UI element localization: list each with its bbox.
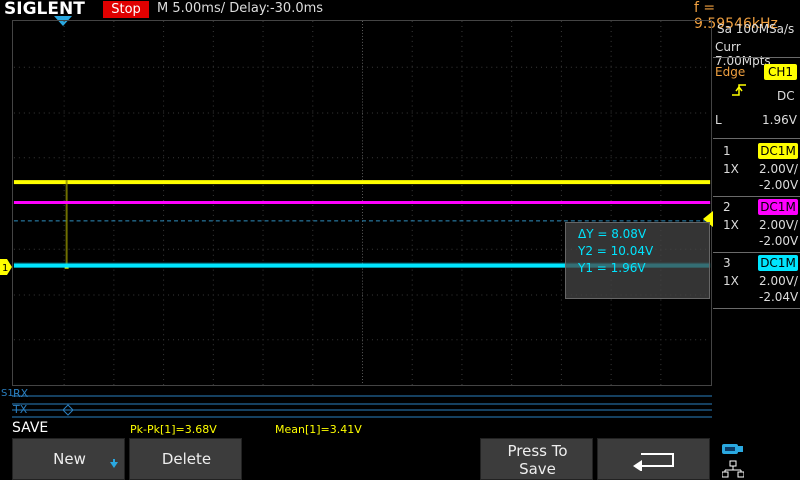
divider xyxy=(713,138,800,139)
network-icon xyxy=(722,460,744,478)
delete-label: Delete xyxy=(161,450,212,468)
run-stop-status[interactable]: Stop xyxy=(103,1,149,18)
decode-lines xyxy=(12,395,712,418)
channel-number: 1 xyxy=(723,144,731,158)
ch1-edge xyxy=(65,180,68,268)
channel-offset: -2.04V xyxy=(759,290,799,304)
channel-scale: 2.00V/ xyxy=(759,274,798,288)
channel-coupling-badge: DC1M xyxy=(758,199,798,215)
brand-logo: SIGLENT xyxy=(4,0,85,19)
channel-probe: 1X xyxy=(723,274,739,288)
channel-1-panel[interactable]: 1 DC1M 1X 2.00V/ -2.00V xyxy=(713,141,800,197)
trigger-type: Edge xyxy=(715,65,746,79)
divider xyxy=(713,57,800,58)
press-to-save-line2: Save xyxy=(519,460,556,478)
right-info-panel: Sa 100MSa/s Curr 7.00Mpts Edge CH1 DC L … xyxy=(713,20,800,420)
channel-probe: 1X xyxy=(723,162,739,176)
channel-coupling-badge: DC1M xyxy=(758,255,798,271)
press-to-save-line1: Press To xyxy=(507,442,568,460)
channel-scale: 2.00V/ xyxy=(759,162,798,176)
svg-text:1: 1 xyxy=(2,263,8,274)
channel-offset: -2.00V xyxy=(759,178,799,192)
cursor-readout-box: ΔY = 8.08V Y2 = 10.04V Y1 = 1.96V xyxy=(565,222,710,299)
top-status-bar: SIGLENT Stop M 5.00ms/ Delay:-30.0ms f =… xyxy=(0,0,800,32)
waveform-display[interactable] xyxy=(12,20,712,386)
decode-rx-label: RX xyxy=(13,387,29,400)
channel-3-panel[interactable]: 3 DC1M 1X 2.00V/ -2.04V xyxy=(713,253,800,309)
return-arrow-icon xyxy=(633,453,674,471)
measurement-mean: Mean[1]=3.41V xyxy=(275,423,362,436)
cursor-y1: Y1 = 1.96V xyxy=(578,261,646,275)
trigger-panel[interactable]: Edge CH1 DC L 1.96V xyxy=(713,59,800,135)
timebase-readout[interactable]: M 5.00ms/ Delay:-30.0ms xyxy=(157,1,323,16)
decode-tx-label: TX xyxy=(13,403,28,416)
channel-probe: 1X xyxy=(723,218,739,232)
ch2-trace xyxy=(13,201,711,204)
channel-scale: 2.00V/ xyxy=(759,218,798,232)
ch1-offset-marker-icon[interactable]: 1 xyxy=(0,259,12,275)
rising-edge-icon xyxy=(732,84,746,96)
decode-bus-label: S1 xyxy=(1,388,14,399)
trigger-source-badge: CH1 xyxy=(764,64,797,80)
channel-number: 3 xyxy=(723,256,731,270)
menu-title: SAVE xyxy=(12,420,49,436)
press-to-save-button[interactable]: Press To Save xyxy=(480,438,593,480)
channel-coupling-badge: DC1M xyxy=(758,143,798,159)
back-button[interactable] xyxy=(597,438,710,480)
measurement-bar: SAVE Pk-Pk[1]=3.68V Mean[1]=3.41V xyxy=(0,420,712,438)
channel-offset: -2.00V xyxy=(759,234,799,248)
measurement-pkpk: Pk-Pk[1]=3.68V xyxy=(130,423,217,436)
trigger-coupling: DC xyxy=(777,89,795,103)
channel-2-panel[interactable]: 2 DC1M 1X 2.00V/ -2.00V xyxy=(713,197,800,253)
cursor-delta-y: ΔY = 8.08V xyxy=(578,227,647,241)
sample-rate: Sa 100MSa/s xyxy=(717,22,795,36)
arrow-down-icon xyxy=(110,459,118,468)
new-button[interactable]: New xyxy=(12,438,125,480)
trigger-level-label: L xyxy=(715,113,722,127)
channel-number: 2 xyxy=(723,200,731,214)
serial-decode-bar[interactable]: S1 RX TX xyxy=(0,387,712,419)
delete-button[interactable]: Delete xyxy=(129,438,242,480)
usb-storage-icon xyxy=(722,444,743,454)
cursor-y2: Y2 = 10.04V xyxy=(578,244,654,258)
divider xyxy=(713,308,800,309)
trigger-level-value: 1.96V xyxy=(762,113,797,127)
ch1-trace xyxy=(13,180,711,185)
